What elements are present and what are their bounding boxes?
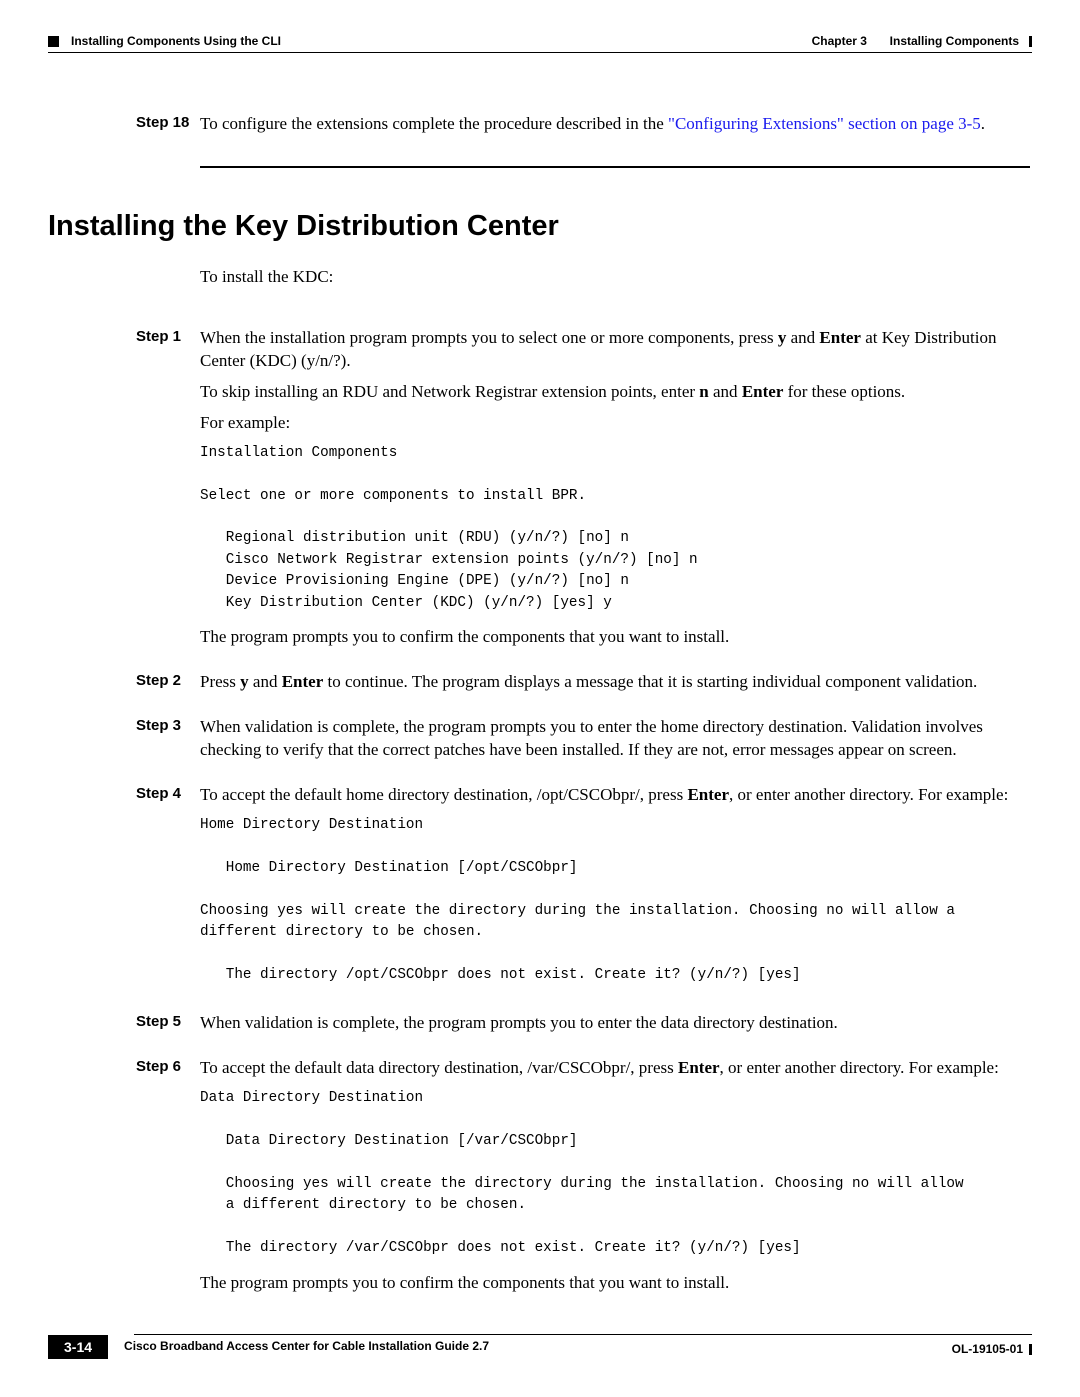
step-row: Step 18 To configure the extensions comp… xyxy=(136,113,1030,144)
step-body: To configure the extensions complete the… xyxy=(200,113,1030,144)
bold-key: Enter xyxy=(742,382,784,401)
step-row: Step 4 To accept the default home direct… xyxy=(136,784,1030,998)
bold-key: Enter xyxy=(687,785,729,804)
console-output: Data Directory Destination Data Director… xyxy=(200,1088,1030,1260)
text: The program prompts you to confirm the c… xyxy=(200,626,1030,649)
step-body: When validation is complete, the program… xyxy=(200,716,1030,770)
header-chapter: Chapter 3 xyxy=(812,34,867,48)
header-tick-icon xyxy=(1029,36,1032,47)
step-body: When validation is complete, the program… xyxy=(200,1012,1030,1043)
text: To skip installing an RDU and Network Re… xyxy=(200,382,699,401)
text: The program prompts you to confirm the c… xyxy=(200,1272,1030,1295)
step18-text-before: To configure the extensions complete the… xyxy=(200,114,668,133)
step-row: Step 1 When the installation program pro… xyxy=(136,327,1030,657)
step-label: Step 6 xyxy=(136,1057,200,1302)
step-body: To accept the default data directory des… xyxy=(200,1057,1030,1302)
header-right: Chapter 3 Installing Components xyxy=(812,34,1032,48)
section-divider xyxy=(200,166,1030,168)
footer-right: OL-19105-01 xyxy=(952,1338,1032,1356)
step-row: Step 5 When validation is complete, the … xyxy=(136,1012,1030,1043)
section-intro: To install the KDC: xyxy=(200,267,1030,287)
step-row: Step 6 To accept the default data direct… xyxy=(136,1057,1030,1302)
step-body: To accept the default home directory des… xyxy=(200,784,1030,998)
text: and xyxy=(249,672,282,691)
step-label: Step 18 xyxy=(136,113,200,144)
text: , or enter another directory. For exampl… xyxy=(720,1058,999,1077)
footer-tick-icon xyxy=(1029,1344,1032,1355)
bold-key: Enter xyxy=(678,1058,720,1077)
text: When the installation program prompts yo… xyxy=(200,328,778,347)
console-output: Installation Components Select one or mo… xyxy=(200,443,1030,615)
text: and xyxy=(709,382,742,401)
step-row: Step 3 When validation is complete, the … xyxy=(136,716,1030,770)
step-label: Step 4 xyxy=(136,784,200,998)
text: To accept the default data directory des… xyxy=(200,1058,678,1077)
console-output: Home Directory Destination Home Director… xyxy=(200,815,1030,987)
header-section-title: Installing Components Using the CLI xyxy=(71,34,281,48)
header-marker-icon xyxy=(48,36,59,47)
bold-key: Enter xyxy=(819,328,861,347)
step-label: Step 5 xyxy=(136,1012,200,1043)
step-body: Press y and Enter to continue. The progr… xyxy=(200,671,1030,702)
step18-text-after: . xyxy=(981,114,985,133)
text: and xyxy=(786,328,819,347)
step-label: Step 2 xyxy=(136,671,200,702)
step-label: Step 3 xyxy=(136,716,200,770)
bold-key: n xyxy=(699,382,708,401)
section-heading: Installing the Key Distribution Center xyxy=(48,210,1030,243)
footer-left: 3-14 Cisco Broadband Access Center for C… xyxy=(48,1335,489,1359)
text: , or enter another directory. For exampl… xyxy=(729,785,1008,804)
footer-doc-title: Cisco Broadband Access Center for Cable … xyxy=(124,1335,489,1353)
text: for these options. xyxy=(783,382,905,401)
text: To accept the default home directory des… xyxy=(200,785,687,804)
page-header: Installing Components Using the CLI Chap… xyxy=(48,34,1032,53)
bold-key: y xyxy=(240,672,249,691)
page-footer: 3-14 Cisco Broadband Access Center for C… xyxy=(48,1334,1032,1359)
step-row: Step 2 Press y and Enter to continue. Th… xyxy=(136,671,1030,702)
configuring-extensions-link[interactable]: "Configuring Extensions" section on page… xyxy=(668,114,981,133)
text: Press xyxy=(200,672,240,691)
bold-key: Enter xyxy=(282,672,324,691)
step-body: When the installation program prompts yo… xyxy=(200,327,1030,657)
text: When validation is complete, the program… xyxy=(200,716,1030,762)
header-chapter-title: Installing Components xyxy=(890,34,1019,48)
header-left: Installing Components Using the CLI xyxy=(48,34,281,48)
text: For example: xyxy=(200,412,1030,435)
page-number-badge: 3-14 xyxy=(48,1335,108,1359)
step-label: Step 1 xyxy=(136,327,200,657)
footer-doc-id: OL-19105-01 xyxy=(952,1342,1023,1356)
text: When validation is complete, the program… xyxy=(200,1012,1030,1035)
main-content: Step 18 To configure the extensions comp… xyxy=(48,53,1032,1303)
text: to continue. The program displays a mess… xyxy=(323,672,977,691)
